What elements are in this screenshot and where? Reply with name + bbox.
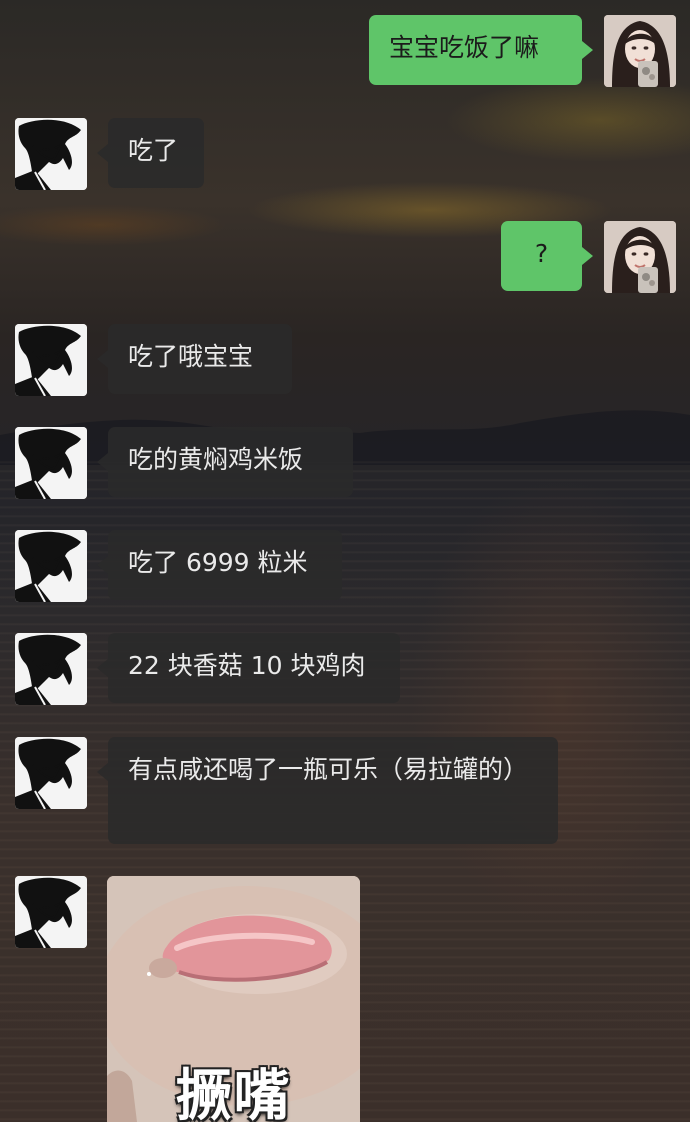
their-message-bubble[interactable]: 吃的黄焖鸡米饭 [97, 427, 353, 497]
their-message-bubble[interactable]: 吃了 6999 粒米 [97, 530, 342, 600]
message-text: ? [534, 239, 549, 268]
message-text: 有点咸还喝了一瓶可乐（易拉罐的） [128, 755, 529, 784]
their-avatar[interactable] [15, 737, 87, 809]
my-avatar[interactable] [604, 221, 676, 293]
their-avatar[interactable] [15, 876, 87, 948]
message-text: 宝宝吃饭了嘛 [389, 33, 540, 62]
anime-boy-avatar-icon [15, 737, 87, 809]
message-text: 吃的黄焖鸡米饭 [128, 445, 304, 474]
anime-boy-avatar-icon [15, 427, 87, 499]
their-message-bubble[interactable]: 吃了哦宝宝 [97, 324, 292, 394]
message-text: 吃了 6999 粒米 [128, 548, 308, 577]
anime-boy-avatar-icon [15, 876, 87, 948]
anime-boy-avatar-icon [15, 118, 87, 190]
my-message-bubble[interactable]: ? [501, 221, 593, 291]
their-message-bubble[interactable]: 有点咸还喝了一瓶可乐（易拉罐的） [97, 737, 558, 844]
their-avatar[interactable] [15, 324, 87, 396]
message-text: 吃了 [128, 136, 179, 165]
my-avatar[interactable] [604, 15, 676, 87]
their-avatar[interactable] [15, 530, 87, 602]
their-avatar[interactable] [15, 427, 87, 499]
their-message-bubble[interactable]: 22 块香菇 10 块鸡肉 [97, 633, 400, 703]
pout-sticker[interactable]: 撅嘴 [107, 876, 360, 1122]
their-message-bubble[interactable]: 吃了 [97, 118, 204, 188]
anime-boy-avatar-icon [15, 530, 87, 602]
their-avatar[interactable] [15, 118, 87, 190]
message-text: 吃了哦宝宝 [128, 342, 254, 371]
message-text: 22 块香菇 10 块鸡肉 [128, 651, 366, 680]
girl-photo-avatar-icon [604, 221, 676, 293]
their-avatar[interactable] [15, 633, 87, 705]
sticker-caption: 撅嘴 [175, 1064, 292, 1122]
anime-boy-avatar-icon [15, 633, 87, 705]
girl-photo-avatar-icon [604, 15, 676, 87]
my-message-bubble[interactable]: 宝宝吃饭了嘛 [369, 15, 593, 85]
anime-boy-avatar-icon [15, 324, 87, 396]
